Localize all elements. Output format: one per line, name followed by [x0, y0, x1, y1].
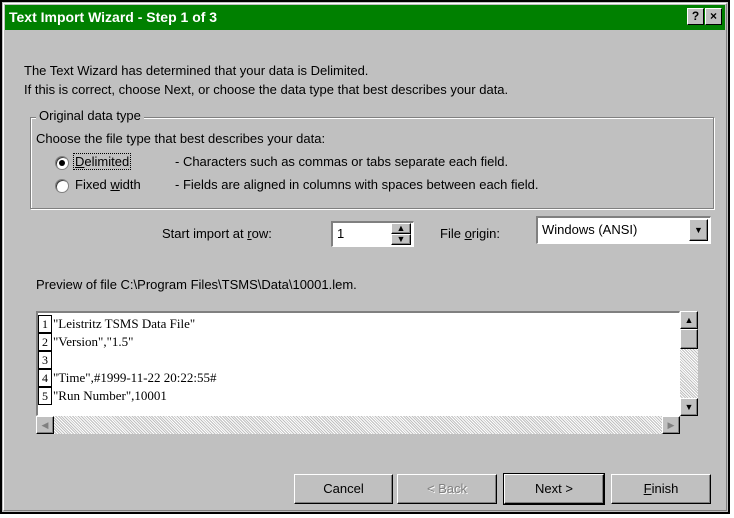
- window-title: Text Import Wizard - Step 1 of 3: [9, 9, 218, 25]
- preview-pane[interactable]: 1 "Leistritz TSMS Data File" 2 "Version","…: [36, 311, 680, 416]
- intro-line-2: If this is correct, choose Next, or choo…: [24, 82, 509, 97]
- start-row-spinner: 1 ▲ ▼: [331, 221, 414, 247]
- fixed-width-radio[interactable]: [55, 179, 69, 193]
- file-origin-label: File origin:: [440, 226, 500, 241]
- scrollbar-corner: [680, 416, 698, 434]
- help-button[interactable]: ?: [687, 8, 704, 25]
- preview-line: 4 "Time",#1999-11-22 20:22:55#: [38, 369, 217, 387]
- start-row-label: Start import at row:: [162, 226, 272, 241]
- scroll-up-icon[interactable]: ▲: [680, 311, 698, 329]
- help-icon: ?: [691, 9, 700, 23]
- preview-line: 1 "Leistritz TSMS Data File": [38, 315, 195, 333]
- group-label: Original data type: [36, 108, 144, 123]
- spin-down-icon[interactable]: ▼: [391, 234, 411, 245]
- delimited-description: - Characters such as commas or tabs sepa…: [175, 154, 509, 169]
- scroll-left-icon[interactable]: ◀: [36, 416, 54, 434]
- title-bar[interactable]: Text Import Wizard - Step 1 of 3 ? ×: [5, 5, 725, 30]
- file-origin-value: Windows (ANSI): [542, 222, 638, 237]
- dialog-frame: [3, 3, 727, 511]
- preview-caption: Preview of file C:\Program Files\TSMS\Da…: [36, 277, 357, 292]
- close-button[interactable]: ×: [705, 8, 722, 25]
- cancel-button[interactable]: Cancel: [294, 474, 393, 504]
- next-button[interactable]: Next >: [503, 473, 605, 505]
- finish-button[interactable]: Finish: [611, 474, 711, 504]
- preview-line: 5 "Run Number",10001: [38, 387, 167, 405]
- close-icon: ×: [709, 9, 717, 23]
- fixed-width-description: - Fields are aligned in columns with spa…: [175, 177, 539, 192]
- scroll-down-icon[interactable]: ▼: [680, 398, 698, 416]
- fixed-width-label[interactable]: Fixed width: [75, 177, 141, 192]
- delimited-label[interactable]: Delimited: [73, 153, 132, 170]
- spin-up-icon[interactable]: ▲: [391, 223, 411, 234]
- delimited-radio[interactable]: [55, 156, 69, 170]
- start-row-input[interactable]: 1: [337, 226, 344, 241]
- chevron-down-icon[interactable]: ▼: [689, 219, 708, 241]
- preview-line: 3: [38, 351, 53, 369]
- back-button[interactable]: < Back: [397, 474, 497, 504]
- scroll-right-icon[interactable]: ▶: [662, 416, 680, 434]
- file-origin-select[interactable]: Windows (ANSI) ▼: [536, 216, 711, 244]
- radio-selected-dot: [59, 160, 65, 166]
- vertical-scroll-thumb[interactable]: [680, 329, 698, 349]
- vertical-scrollbar[interactable]: ▲ ▼: [680, 311, 698, 416]
- file-type-prompt: Choose the file type that best describes…: [36, 131, 326, 146]
- preview-line: 2 "Version","1.5": [38, 333, 133, 351]
- text-import-wizard-dialog: Text Import Wizard - Step 1 of 3 ? × The…: [0, 0, 730, 514]
- horizontal-scrollbar[interactable]: ◀ ▶: [36, 416, 680, 434]
- intro-line-1: The Text Wizard has determined that your…: [24, 63, 369, 78]
